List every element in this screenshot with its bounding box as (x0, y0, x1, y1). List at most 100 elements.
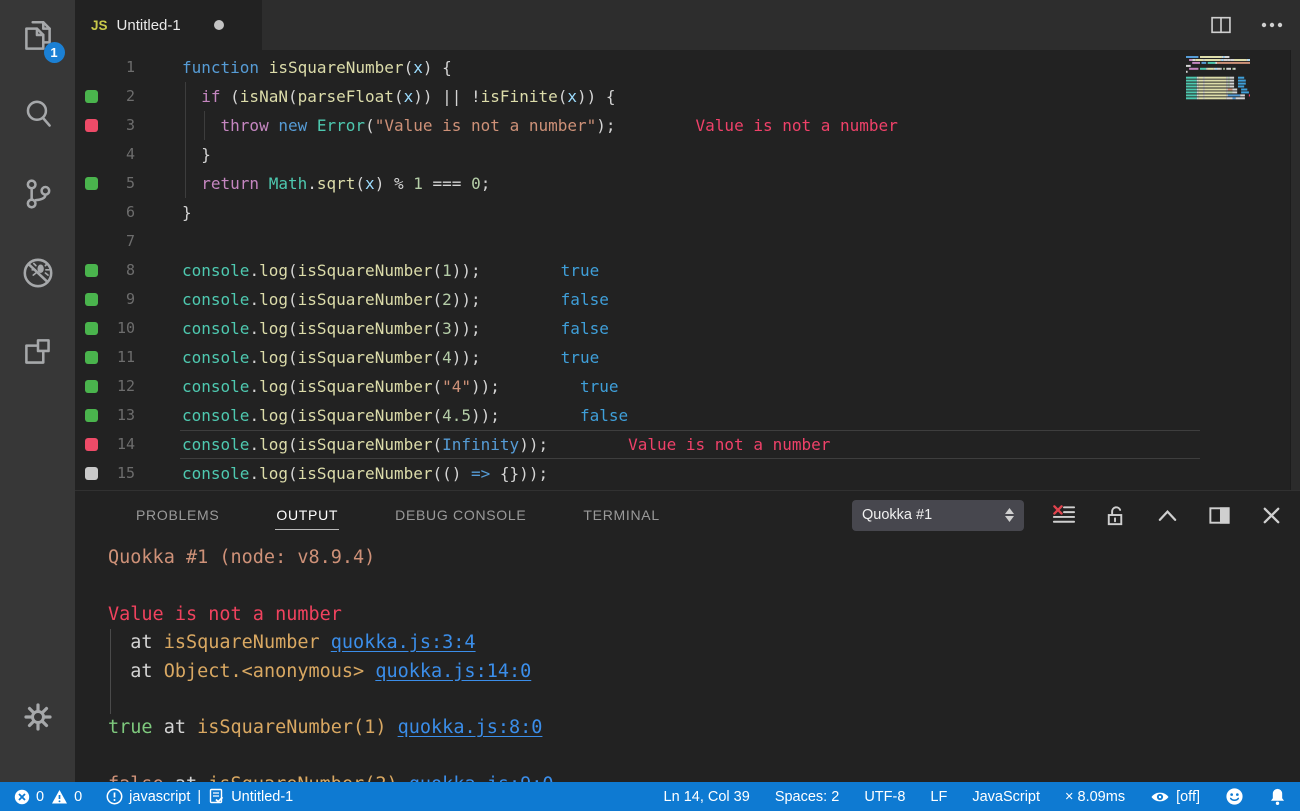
extensions-icon[interactable] (14, 328, 62, 376)
language-mode[interactable]: JavaScript (972, 789, 1040, 805)
code-line-5[interactable]: 5 return Math.sqrt(x) % 1 === 0; (75, 169, 1300, 198)
source-control-icon[interactable] (14, 170, 62, 218)
warnings-indicator[interactable]: 0 (51, 789, 82, 805)
code-line-12[interactable]: 12console.log(isSquareNumber("4"));true (75, 372, 1300, 401)
code-line-14[interactable]: 14console.log(isSquareNumber(Infinity));… (75, 430, 1300, 459)
line-number: 10 (75, 314, 135, 343)
move-panel-icon[interactable] (1207, 503, 1232, 528)
tab-problems[interactable]: PROBLEMS (135, 500, 220, 530)
code-line-8[interactable]: 8console.log(isSquareNumber(1));true (75, 256, 1300, 285)
code-line-1[interactable]: 1function isSquareNumber(x) { (75, 53, 1300, 82)
output-source-link[interactable]: quokka.js:14:0 (375, 661, 531, 682)
notifications-bell-icon[interactable] (1269, 787, 1286, 806)
tab-title: Untitled-1 (117, 17, 181, 34)
quokka-inline-value: false (561, 319, 609, 338)
output-line: Value is not a number (108, 601, 1300, 629)
line-number: 1 (75, 53, 135, 82)
warning-icon (51, 789, 68, 805)
output-line (108, 743, 1300, 771)
feedback-smiley-icon[interactable] (1225, 787, 1244, 806)
eol-sequence[interactable]: LF (930, 789, 947, 805)
quokka-timing[interactable]: × 8.09ms (1065, 789, 1125, 805)
code-line-7[interactable]: 7 (75, 227, 1300, 256)
output-line: at Object.<anonymous> quokka.js:14:0 (108, 658, 1300, 686)
code-line-9[interactable]: 9console.log(isSquareNumber(2));false (75, 285, 1300, 314)
explorer-icon[interactable]: 1 (14, 12, 62, 60)
indentation[interactable]: Spaces: 2 (775, 789, 840, 805)
unlock-icon[interactable] (1103, 503, 1128, 528)
search-icon[interactable] (14, 91, 62, 139)
bottom-panel: PROBLEMS OUTPUT DEBUG CONSOLE TERMINAL Q… (75, 490, 1300, 782)
javascript-file-icon: JS (91, 18, 108, 33)
quokka-inline-value: true (580, 377, 619, 396)
quokka-inline-value: false (580, 406, 628, 425)
output-indent-guide (110, 658, 111, 686)
maximize-panel-icon[interactable] (1155, 503, 1180, 528)
eye-icon (1150, 790, 1170, 804)
debug-icon[interactable] (14, 249, 62, 297)
output-channel-select[interactable]: Quokka #1 (852, 500, 1024, 531)
editor-group: JS Untitled-1 1function isSquareNumber(x… (75, 0, 1300, 782)
tab-debug-console[interactable]: DEBUG CONSOLE (394, 500, 527, 530)
code-line-11[interactable]: 11console.log(isSquareNumber(4));true (75, 343, 1300, 372)
code-line-4[interactable]: 4 } (75, 140, 1300, 169)
language-status[interactable]: javascript (106, 788, 190, 805)
output-source-link[interactable]: quokka.js:3:4 (331, 632, 476, 653)
output-channel-value: Quokka #1 (862, 507, 932, 523)
output-indent-guide (110, 686, 111, 714)
more-actions-icon[interactable] (1260, 13, 1284, 37)
tab-terminal[interactable]: TERMINAL (582, 500, 660, 530)
tab-bar: JS Untitled-1 (75, 0, 1300, 50)
status-bar: 0 0 javascript | (0, 782, 1300, 811)
line-number: 6 (75, 198, 135, 227)
tab-output[interactable]: OUTPUT (275, 500, 339, 530)
code-line-3[interactable]: 3 throw new Error("Value is not a number… (75, 111, 1300, 140)
explorer-badge: 1 (44, 42, 65, 63)
minimap[interactable] (1186, 55, 1250, 101)
quokka-file-status[interactable]: Untitled-1 (208, 788, 293, 805)
line-number: 9 (75, 285, 135, 314)
output-line (108, 686, 1300, 714)
output-source-link[interactable]: quokka.js:8:0 (398, 717, 543, 738)
line-number: 3 (75, 111, 135, 140)
quokka-inline-value: Value is not a number (696, 116, 898, 135)
clear-output-icon[interactable] (1051, 503, 1076, 528)
code-line-2[interactable]: 2 if (isNaN(parseFloat(x)) || !isFinite(… (75, 82, 1300, 111)
close-panel-icon[interactable] (1259, 503, 1284, 528)
line-number: 2 (75, 82, 135, 111)
output-line: true at isSquareNumber(1) quokka.js:8:0 (108, 714, 1300, 742)
output-line (108, 572, 1300, 600)
quokka-inline-value: true (561, 261, 600, 280)
output-console[interactable]: Quokka #1 (node: v8.9.4)Value is not a n… (75, 539, 1300, 782)
line-number: 13 (75, 401, 135, 430)
settings-gear-icon[interactable] (14, 693, 62, 741)
split-editor-icon[interactable] (1208, 12, 1234, 38)
line-number: 11 (75, 343, 135, 372)
code-line-15[interactable]: 15console.log(isSquareNumber(() => {})); (75, 459, 1300, 488)
errors-indicator[interactable]: 0 (14, 789, 44, 805)
status-separator: | (197, 789, 201, 805)
line-number: 7 (75, 227, 135, 256)
recorder-toggle[interactable]: [off] (1150, 789, 1200, 805)
alert-circle-icon (106, 788, 123, 805)
code-line-13[interactable]: 13console.log(isSquareNumber(4.5));false (75, 401, 1300, 430)
unsaved-changes-dot[interactable] (214, 20, 224, 30)
tab-untitled-1[interactable]: JS Untitled-1 (75, 0, 262, 50)
line-number: 4 (75, 140, 135, 169)
quokka-inline-value: true (561, 348, 600, 367)
code-editor[interactable]: 1function isSquareNumber(x) {2 if (isNaN… (75, 50, 1300, 490)
line-number: 5 (75, 169, 135, 198)
editor-scrollbar[interactable] (1290, 50, 1300, 490)
cursor-position[interactable]: Ln 14, Col 39 (664, 789, 750, 805)
quokka-inline-value: false (561, 290, 609, 309)
output-line: at isSquareNumber quokka.js:3:4 (108, 629, 1300, 657)
error-icon (14, 789, 30, 805)
code-line-10[interactable]: 10console.log(isSquareNumber(3));false (75, 314, 1300, 343)
output-source-link[interactable]: quokka.js:9:0 (409, 774, 554, 782)
encoding[interactable]: UTF-8 (864, 789, 905, 805)
line-number: 8 (75, 256, 135, 285)
select-arrows-icon (1005, 508, 1014, 522)
line-number: 14 (75, 430, 135, 459)
output-line: false at isSquareNumber(2) quokka.js:9:0 (108, 771, 1300, 782)
code-line-6[interactable]: 6} (75, 198, 1300, 227)
